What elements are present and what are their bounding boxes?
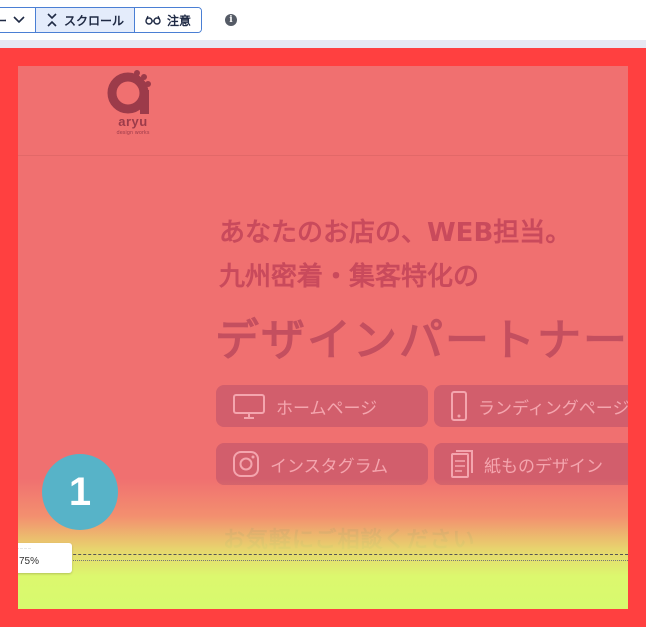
service-print-design-label: 紙ものデザイン [484, 456, 603, 477]
service-homepage-button[interactable]: ホームページ [216, 385, 428, 427]
scroll-percent-value: 75% [19, 556, 40, 567]
hero-line-1: あなたのお店の、WEB担当。 [219, 218, 572, 248]
service-print-design-button[interactable]: 紙ものデザイン [434, 443, 628, 485]
monitor-icon [233, 394, 265, 419]
attention-mode-label: 注意 [167, 13, 192, 28]
document-icon [451, 450, 473, 478]
aryu-logo[interactable]: aryu design works [103, 68, 163, 148]
scroll-percent-card: … … … … 75% [18, 543, 72, 573]
service-landing-page-button[interactable]: ランディングページ [434, 385, 628, 427]
chevron-down-icon [13, 16, 25, 24]
heatmap-canvas[interactable]: aryu design works あなたのお店の、WEB担当。 九州密着・集客… [18, 66, 628, 609]
heatmap-mode-switch: ー スクロール 注意 [0, 7, 203, 33]
heatmap-frame: aryu design works あなたのお店の、WEB担当。 九州密着・集客… [0, 48, 646, 627]
instagram-icon [233, 451, 259, 477]
smartphone-icon [451, 391, 467, 421]
fold-line-dotted [18, 560, 628, 561]
logo-wordmark: aryu [118, 114, 148, 129]
fold-line-dashed [18, 554, 628, 555]
scroll-mode-label: スクロール [64, 13, 125, 28]
heatmap-toolbar: ー スクロール 注意 i [0, 0, 646, 40]
attention-mode-button[interactable]: 注意 [135, 8, 202, 32]
previous-mode-label: ー [0, 12, 7, 29]
site-header: aryu design works [18, 66, 628, 156]
logo-mark-icon [107, 70, 151, 114]
previous-mode-button[interactable]: ー [0, 8, 36, 32]
service-landing-page-label: ランディングページ [478, 398, 628, 419]
hero-line-2: 九州密着・集客特化の [219, 262, 480, 292]
scroll-icon [47, 13, 57, 27]
heatmap-marker[interactable]: 1 [42, 454, 118, 530]
hero-headline: デザインパートナー [215, 315, 628, 366]
logo-tagline: design works [116, 130, 150, 136]
scroll-percent-caption: … … … … [18, 546, 31, 550]
service-homepage-label: ホームページ [276, 398, 378, 419]
glasses-icon [145, 15, 161, 25]
service-instagram-label: インスタグラム [270, 456, 389, 477]
service-instagram-button[interactable]: インスタグラム [216, 443, 428, 485]
info-icon[interactable]: i [225, 14, 237, 26]
consult-heading: お気軽にご相談ください [223, 528, 476, 553]
toolbar-divider [0, 40, 646, 48]
scroll-mode-button[interactable]: スクロール [36, 8, 136, 32]
